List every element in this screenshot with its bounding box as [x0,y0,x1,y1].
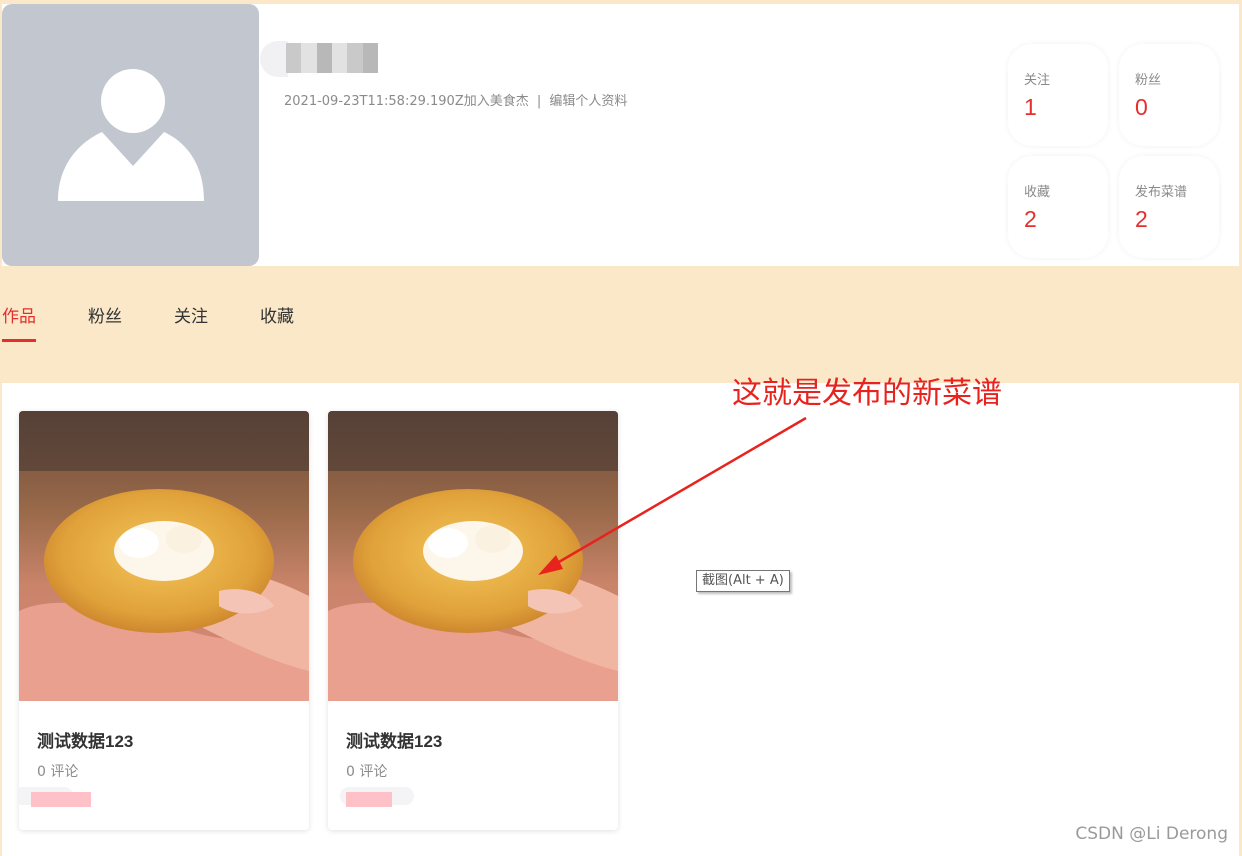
recipe-title[interactable]: 测试数据123 [346,727,442,752]
stat-published-recipes[interactable]: 发布菜谱 2 [1119,156,1219,258]
profile-meta: 2021-09-23T11:58:29.190Z加入美食杰 | 编辑个人资料 [284,90,627,109]
stat-label: 粉丝 [1135,73,1162,88]
stat-value: 1 [1024,94,1037,120]
user-placeholder-icon [58,69,204,201]
recipe-grid: 测试数据123 0 评论 测试数据123 0 评论 [2,383,1239,856]
tab-following[interactable]: 关注 [172,300,208,342]
author-name-blurred[interactable] [346,792,392,807]
stats-panel: 关注 1 粉丝 0 收藏 2 发布菜谱 2 [1008,44,1224,264]
stat-label: 收藏 [1024,185,1051,200]
recipe-photo [19,411,309,701]
tab-favorites[interactable]: 收藏 [258,300,294,342]
stat-favorites[interactable]: 收藏 2 [1008,156,1108,258]
profile-header: 2021-09-23T11:58:29.190Z加入美食杰 | 编辑个人资料 关… [2,4,1239,266]
username-pill [260,41,288,77]
stat-label: 关注 [1024,73,1051,88]
tab-works[interactable]: 作品 [0,300,36,342]
watermark: CSDN @Li Derong [1075,824,1228,844]
edit-profile-link[interactable]: 编辑个人资料 [549,94,627,109]
profile-tabs: 作品 粉丝 关注 收藏 [0,300,344,344]
recipe-title[interactable]: 测试数据123 [37,727,133,752]
stat-value: 2 [1135,206,1148,232]
screenshot-tooltip: 截图(Alt + A) [696,570,790,592]
recipe-card[interactable]: 测试数据123 0 评论 [19,411,309,830]
stat-following[interactable]: 关注 1 [1008,44,1108,146]
stat-fans[interactable]: 粉丝 0 [1119,44,1219,146]
annotation-text: 这就是发布的新菜谱 [732,376,1002,411]
stat-value: 2 [1024,206,1037,232]
author-name-blurred[interactable] [31,792,91,807]
tab-fans[interactable]: 粉丝 [86,300,122,342]
comment-count: 0 评论 [346,764,388,780]
username-blurred [286,43,378,73]
meta-separator: | [536,94,542,109]
join-date-text: 2021-09-23T11:58:29.190Z加入美食杰 [284,94,529,109]
recipe-photo [328,411,618,701]
avatar[interactable] [2,4,259,266]
stat-value: 0 [1135,94,1148,120]
comment-count: 0 评论 [37,764,79,780]
stat-label: 发布菜谱 [1135,185,1188,200]
recipe-card[interactable]: 测试数据123 0 评论 [328,411,618,830]
